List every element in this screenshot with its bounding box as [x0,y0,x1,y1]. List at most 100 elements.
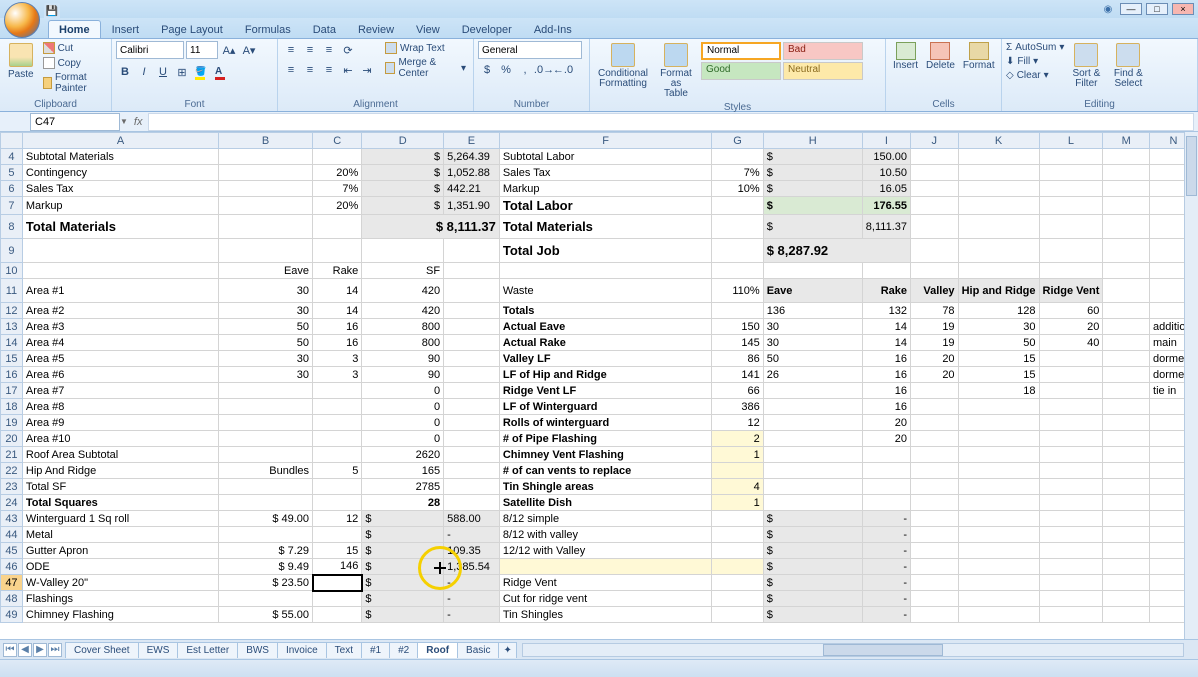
cell-K21[interactable] [958,447,1039,463]
cell-F46[interactable] [499,559,712,575]
cell-J24[interactable] [910,495,958,511]
cell-G8[interactable] [712,215,763,239]
cell-D11[interactable]: 420 [362,279,444,303]
cell-F47[interactable]: Ridge Vent [499,575,712,591]
cell-C22[interactable]: 5 [313,463,362,479]
cell-F23[interactable]: Tin Shingle areas [499,479,712,495]
cell-I43[interactable]: - [862,511,910,527]
cell-E21[interactable] [444,447,500,463]
decrease-indent-button[interactable]: ⇤ [339,61,357,79]
cell-J16[interactable]: 20 [910,367,958,383]
cell-A18[interactable]: Area #8 [22,399,218,415]
cell-B15[interactable]: 30 [219,351,313,367]
col-header-C[interactable]: C [313,133,362,149]
cell-F24[interactable]: Satellite Dish [499,495,712,511]
cell-K9[interactable] [958,239,1039,263]
find-select-button[interactable]: Find & Select [1108,41,1148,91]
cell-G17[interactable]: 66 [712,383,763,399]
cell-B21[interactable] [219,447,313,463]
align-middle-button[interactable]: ≡ [301,41,319,59]
cell-K10[interactable] [958,263,1039,279]
cell-A20[interactable]: Area #10 [22,431,218,447]
row-header-12[interactable]: 12 [1,303,23,319]
cell-J11[interactable]: Valley [910,279,958,303]
tab-nav-last[interactable]: ⏭ [48,643,62,657]
cell-A11[interactable]: Area #1 [22,279,218,303]
cell-L12[interactable]: 60 [1039,303,1103,319]
cell-F48[interactable]: Cut for ridge vent [499,591,712,607]
style-bad[interactable]: Bad [783,42,863,60]
cell-H15[interactable]: 50 [763,351,862,367]
underline-button[interactable]: U [154,63,172,81]
close-button[interactable]: × [1172,3,1194,15]
cell-H11[interactable]: Eave [763,279,862,303]
cell-D22[interactable]: 165 [362,463,444,479]
cell-H6[interactable]: $ [763,181,862,197]
new-sheet-button[interactable]: ✦ [498,642,516,658]
cell-C47[interactable] [313,575,362,591]
row-header-8[interactable]: 8 [1,215,23,239]
cell-I15[interactable]: 16 [862,351,910,367]
cell-L20[interactable] [1039,431,1103,447]
row-header-24[interactable]: 24 [1,495,23,511]
cell-J6[interactable] [910,181,958,197]
col-header-F[interactable]: F [499,133,712,149]
cell-G4[interactable] [712,149,763,165]
cell-L15[interactable] [1039,351,1103,367]
cell-J17[interactable] [910,383,958,399]
cell-B11[interactable]: 30 [219,279,313,303]
cell-J14[interactable]: 19 [910,335,958,351]
cell-C20[interactable] [313,431,362,447]
cell-D14[interactable]: 800 [362,335,444,351]
cell-E18[interactable] [444,399,500,415]
cell-H14[interactable]: 30 [763,335,862,351]
ribbon-tab-data[interactable]: Data [302,20,347,38]
cell-A9[interactable] [22,239,218,263]
cell-A24[interactable]: Total Squares [22,495,218,511]
cell-C6[interactable]: 7% [313,181,362,197]
cell-A14[interactable]: Area #4 [22,335,218,351]
cell-F20[interactable]: # of Pipe Flashing [499,431,712,447]
cell-M48[interactable] [1103,591,1150,607]
row-header-48[interactable]: 48 [1,591,23,607]
cell-H5[interactable]: $ [763,165,862,181]
format-painter-button[interactable]: Format Painter [40,71,107,95]
row-header-4[interactable]: 4 [1,149,23,165]
cell-L49[interactable] [1039,607,1103,623]
cell-M5[interactable] [1103,165,1150,181]
cell-E22[interactable] [444,463,500,479]
cell-M18[interactable] [1103,399,1150,415]
col-header-G[interactable]: G [712,133,763,149]
cell-I7[interactable]: 176.55 [862,197,910,215]
cell-J46[interactable] [910,559,958,575]
cell-E45[interactable]: 109.35 [444,543,500,559]
name-box[interactable] [30,113,120,131]
cell-E10[interactable] [444,263,500,279]
cell-C9[interactable] [313,239,362,263]
cell-L10[interactable] [1039,263,1103,279]
cell-C43[interactable]: 12 [313,511,362,527]
row-header-19[interactable]: 19 [1,415,23,431]
cell-M11[interactable] [1103,279,1150,303]
cell-A4[interactable]: Subtotal Materials [22,149,218,165]
cell-J49[interactable] [910,607,958,623]
cell-C14[interactable]: 16 [313,335,362,351]
cell-E49[interactable]: - [444,607,500,623]
cell-A13[interactable]: Area #3 [22,319,218,335]
font-color-button[interactable]: A [211,63,229,81]
cell-L14[interactable]: 40 [1039,335,1103,351]
cell-I21[interactable] [862,447,910,463]
cell-C10[interactable]: Rake [313,263,362,279]
cell-I22[interactable] [862,463,910,479]
cell-B14[interactable]: 50 [219,335,313,351]
cell-J10[interactable] [910,263,958,279]
cell-B6[interactable] [219,181,313,197]
align-left-button[interactable]: ≡ [282,61,300,79]
cell-I47[interactable]: - [862,575,910,591]
cell-I14[interactable]: 14 [862,335,910,351]
cell-G12[interactable] [712,303,763,319]
cell-F15[interactable]: Valley LF [499,351,712,367]
increase-decimal-button[interactable]: .0→ [535,61,553,79]
cell-G18[interactable]: 386 [712,399,763,415]
cell-D45[interactable]: $ [362,543,444,559]
